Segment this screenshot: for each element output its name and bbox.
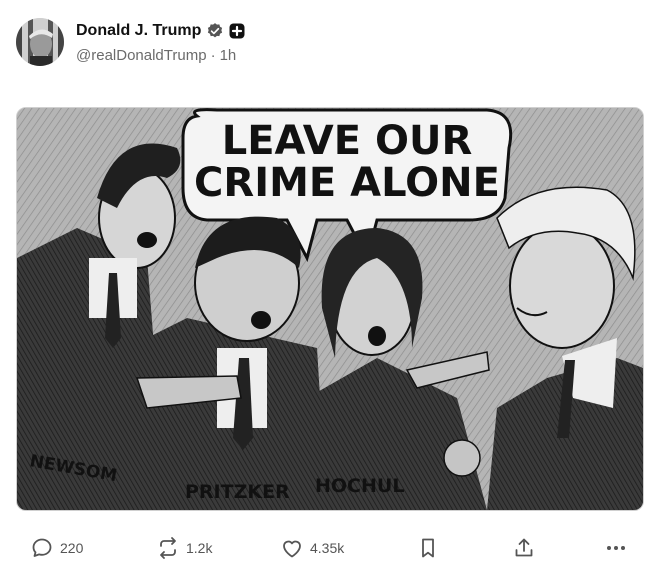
bookmark-icon [422,538,434,558]
display-name[interactable]: Donald J. Trump [76,22,201,40]
post-actions: 220 1.2k 4.35k [16,530,634,566]
share-button[interactable] [512,530,536,566]
plus-badge-icon [229,23,245,39]
post-header: Donald J. Trump @realDonaldTrump · 1h [16,16,634,72]
repost-button[interactable]: 1.2k [156,530,212,566]
post-image[interactable]: LEAVE OUR CRIME ALONE NEWSOM PRITZKER HO… [16,107,644,511]
handle-row: @realDonaldTrump · 1h [76,47,245,64]
like-count: 4.35k [310,540,345,556]
reply-button[interactable]: 220 [30,530,83,566]
label-pritzker: PRITZKER [185,481,290,503]
reply-count: 220 [60,540,84,556]
like-button[interactable]: 4.35k [280,530,344,566]
author-names: Donald J. Trump @realDonaldTrump · 1h [76,20,245,64]
reply-icon [32,538,52,557]
separator: · [210,47,216,64]
share-icon [515,538,533,557]
more-options-button[interactable] [604,530,628,566]
label-hochul: HOCHUL [315,475,404,497]
avatar-image [16,18,64,66]
speech-bubble-line-1: LEAVE OUR [222,118,473,164]
author-name-row: Donald J. Trump [76,20,245,42]
avatar[interactable] [16,18,64,66]
more-icon [607,546,625,550]
bookmark-button[interactable] [416,530,440,566]
speech-bubble-line-2: CRIME ALONE [194,160,500,206]
verified-badge-icon [206,22,224,40]
handle[interactable]: @realDonaldTrump [76,47,207,64]
repost-count: 1.2k [186,540,213,556]
cartoon-illustration: LEAVE OUR CRIME ALONE NEWSOM PRITZKER HO… [17,108,643,510]
repost-icon [160,537,176,559]
post-time[interactable]: 1h [220,47,237,64]
like-icon [283,540,301,558]
